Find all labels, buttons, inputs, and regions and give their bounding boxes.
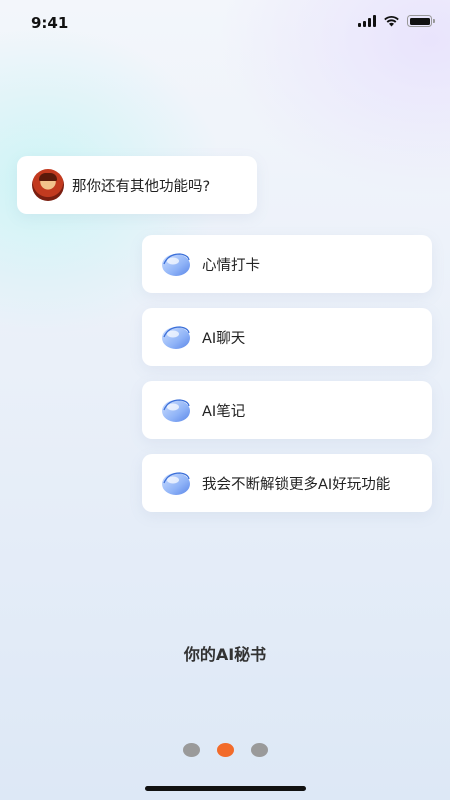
reply-text: 我会不断解锁更多AI好玩功能 <box>202 476 391 493</box>
status-icons <box>358 15 435 27</box>
pagination-dot[interactable] <box>250 743 268 757</box>
ai-orb-icon <box>162 253 190 276</box>
ai-orb-icon <box>162 399 190 422</box>
reply-bubble-mood-checkin[interactable]: 心情打卡 <box>142 235 432 293</box>
wifi-icon <box>384 15 399 27</box>
status-time: 9:41 <box>31 14 69 32</box>
pagination-dot[interactable] <box>182 743 200 757</box>
reply-bubble-more-features[interactable]: 我会不断解锁更多AI好玩功能 <box>142 454 432 512</box>
battery-icon <box>407 15 435 27</box>
ai-orb-icon <box>162 326 190 349</box>
reply-text: AI聊天 <box>202 330 246 347</box>
pagination-dots <box>0 743 450 757</box>
reply-bubble-ai-chat[interactable]: AI聊天 <box>142 308 432 366</box>
reply-bubble-ai-notes[interactable]: AI笔记 <box>142 381 432 439</box>
user-message-bubble: 那你还有其他功能吗? <box>17 156 257 214</box>
cellular-signal-icon <box>358 15 376 27</box>
avatar <box>32 169 64 201</box>
home-indicator[interactable] <box>145 786 306 791</box>
page-caption: 你的AI秘书 <box>183 645 267 664</box>
pagination-dot-active[interactable] <box>216 743 234 757</box>
ai-orb-icon <box>162 472 190 495</box>
reply-text: 心情打卡 <box>202 257 260 274</box>
user-message-text: 那你还有其他功能吗? <box>72 178 211 195</box>
reply-text: AI笔记 <box>202 403 246 420</box>
status-bar: 9:41 <box>0 0 450 44</box>
